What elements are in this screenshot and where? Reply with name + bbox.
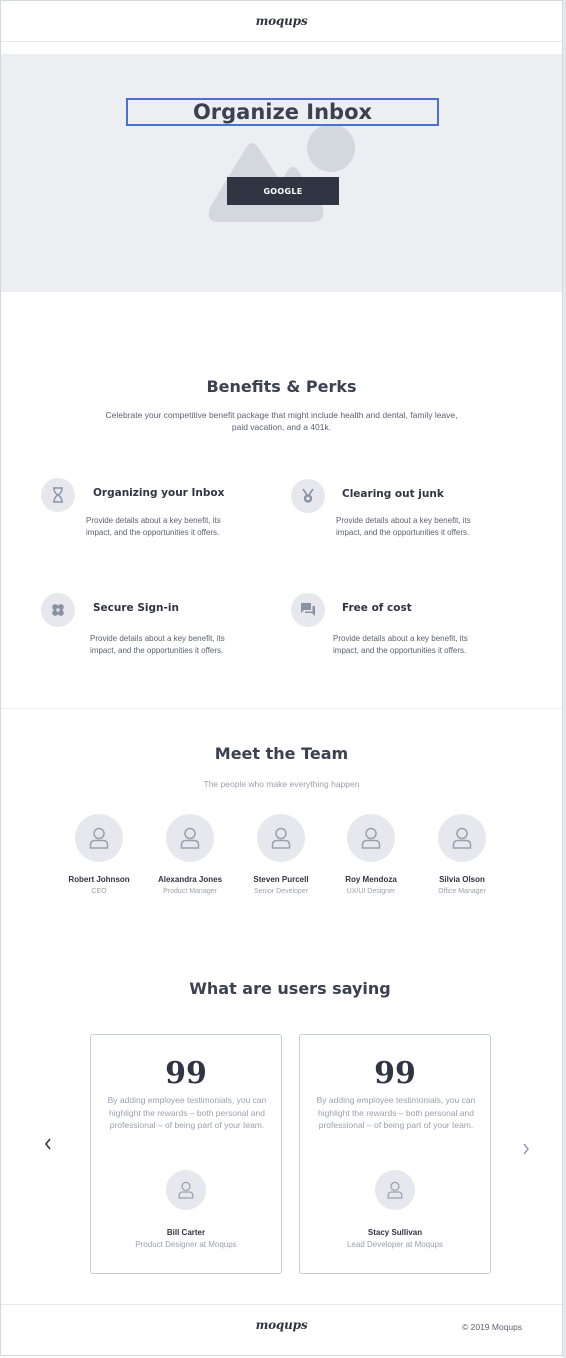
- member-name: Silvia Olson: [439, 875, 485, 884]
- team-member: Alexandra Jones Product Manager: [145, 814, 235, 895]
- member-role: Office Manager: [438, 888, 486, 895]
- benefit-text: Provide details about a key benefit, its…: [86, 516, 221, 537]
- hourglass-icon: [41, 478, 75, 512]
- quote-icon: 99: [374, 1056, 416, 1091]
- team-title: Meet the Team: [214, 744, 349, 763]
- image-placeholder-icon: [208, 124, 355, 222]
- testimonial-card: 99 By adding employee testimonials, you …: [299, 1034, 491, 1274]
- team-member: Steven Purcell Senior Developer: [236, 814, 326, 895]
- avatar: [438, 814, 486, 862]
- page: moqups Organize Inbox GOOGLE Benefits & …: [0, 0, 563, 1356]
- header-logo[interactable]: moqups: [256, 14, 308, 28]
- member-name: Steven Purcell: [253, 875, 309, 884]
- testimonial-role: Lead Developer at Moqups: [346, 1240, 444, 1249]
- bandage-icon: [41, 593, 75, 627]
- member-name: Roy Mendoza: [345, 875, 397, 884]
- benefit-title: Free of cost: [342, 602, 412, 614]
- copyright-text: © 2019 Moqups: [462, 1322, 523, 1332]
- hero-title-frame[interactable]: Organize Inbox: [126, 98, 439, 126]
- header: moqups: [1, 1, 562, 42]
- hero-section: Organize Inbox GOOGLE: [1, 54, 562, 292]
- team-member: Silvia Olson Office Manager: [417, 814, 507, 895]
- member-name: Alexandra Jones: [157, 875, 223, 884]
- member-role: Senior Developer: [253, 888, 309, 895]
- testimonial-role: Product Designer at Moqups: [135, 1240, 237, 1249]
- testimonial-name: Stacy Sullivan: [367, 1228, 423, 1237]
- chevron-right-icon[interactable]: [522, 1142, 530, 1158]
- section-divider: [1, 708, 562, 709]
- benefit-title: Secure Sign-in: [93, 602, 179, 614]
- avatar: [166, 814, 214, 862]
- avatar: [347, 814, 395, 862]
- member-role: Product Manager: [163, 888, 217, 895]
- footer: moqups © 2019 Moqups: [1, 1304, 562, 1355]
- benefit-title: Organizing your Inbox: [93, 487, 225, 499]
- medal-icon: [291, 479, 325, 513]
- benefit-text: Provide details about a key benefit, its…: [336, 516, 471, 537]
- team-subtitle: The people who make everything happen: [203, 779, 360, 789]
- testimonial-name: Bill Carter: [166, 1228, 206, 1237]
- member-name: Robert Johnson: [68, 875, 130, 884]
- avatar: [257, 814, 305, 862]
- chat-icon: [291, 593, 325, 627]
- benefits-subtitle: Celebrate your competitive benefit packa…: [105, 410, 458, 432]
- testimonials-title: What are users saying: [189, 979, 391, 998]
- avatar: [166, 1170, 206, 1210]
- benefit-text: Provide details about a key benefit, its…: [90, 634, 225, 655]
- footer-logo[interactable]: moqups: [256, 1318, 308, 1332]
- testimonial-card: 99 By adding employee testimonials, you …: [90, 1034, 282, 1274]
- quote-icon: 99: [165, 1056, 207, 1091]
- benefit-title: Clearing out junk: [342, 488, 444, 500]
- hero-title: Organize Inbox: [192, 100, 373, 124]
- team-member: Roy Mendoza UX/UI Designer: [326, 814, 416, 895]
- team-member: Robert Johnson CEO: [54, 814, 144, 895]
- benefits-title: Benefits & Perks: [206, 377, 357, 396]
- benefit-text: Provide details about a key benefit, its…: [333, 634, 468, 655]
- google-button[interactable]: GOOGLE: [227, 177, 339, 205]
- chevron-left-icon[interactable]: [44, 1137, 52, 1153]
- member-role: UX/UI Designer: [346, 888, 396, 895]
- testimonial-text: By adding employee testimonials, you can…: [316, 1095, 476, 1130]
- avatar: [375, 1170, 415, 1210]
- avatar: [75, 814, 123, 862]
- testimonial-text: By adding employee testimonials, you can…: [107, 1095, 267, 1130]
- member-role: CEO: [91, 888, 107, 895]
